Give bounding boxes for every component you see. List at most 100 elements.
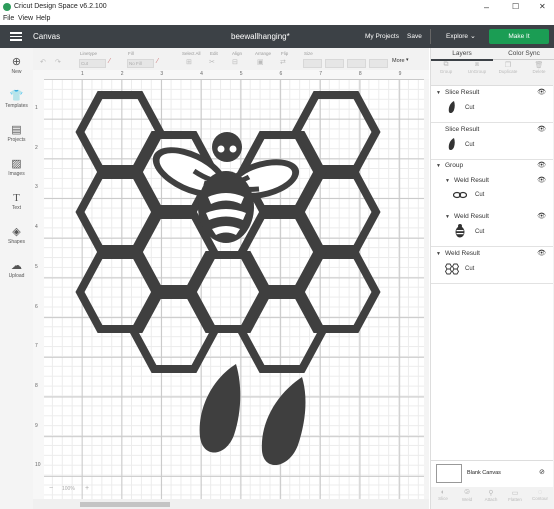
align-icon[interactable]: ⊟ [232, 58, 238, 66]
more-chevron-icon[interactable]: ▾ [406, 57, 409, 63]
eye-icon[interactable]: 👁 [537, 125, 546, 133]
blank-canvas-swatch[interactable] [436, 464, 462, 483]
menu-help[interactable]: Help [36, 15, 50, 22]
eye-icon[interactable]: 👁 [537, 249, 546, 257]
sidebar-item-projects[interactable]: ▤ Projects [0, 124, 33, 143]
maximize-icon[interactable]: ☐ [512, 2, 519, 11]
window-title: Cricut Design Space v6.2.100 [14, 3, 107, 10]
attach-button[interactable]: ⚲ Attach [479, 489, 503, 502]
flatten-button[interactable]: ▭ Flatten [503, 489, 527, 502]
sidebar-item-templates[interactable]: 👕 Templates [0, 90, 33, 109]
layer-item[interactable]: ▼ Weld Result 👁 Cut [431, 174, 553, 208]
eye-icon[interactable]: 👁 [537, 212, 546, 220]
layer-item[interactable]: ▼ Weld Result 👁 Cut [431, 247, 553, 283]
more-button[interactable]: More [392, 58, 405, 64]
linetype-select[interactable]: Cut [79, 59, 106, 68]
close-icon[interactable]: ✕ [539, 2, 546, 11]
plus-icon: ⊕ [11, 56, 22, 68]
ungroup-label: UnGroup [467, 69, 487, 74]
canvas-artwork[interactable] [44, 79, 429, 499]
arrange-icon[interactable]: ▣ [257, 58, 264, 66]
sidebar-label: Shapes [8, 239, 25, 245]
caret-down-icon[interactable]: ▼ [445, 178, 450, 184]
ruler-tick-label: 8 [358, 71, 362, 77]
make-it-button[interactable]: Make It [489, 29, 549, 44]
group-icon: ⧉ [443, 61, 449, 68]
ungroup-button[interactable]: ⧈ UnGroup [462, 61, 492, 74]
eye-off-icon[interactable]: ⊘ [539, 468, 545, 476]
caret-down-icon[interactable]: ▼ [445, 214, 450, 220]
hamburger-menu-icon[interactable] [10, 32, 22, 41]
select-all-icon[interactable]: ⊞ [186, 58, 192, 66]
edit-icon[interactable]: ✂ [209, 58, 215, 66]
layer-linetype: Cut [465, 142, 475, 148]
caret-down-icon[interactable]: ▼ [436, 90, 441, 96]
redo-icon[interactable]: ↷ [55, 58, 61, 66]
fill-color-icon[interactable]: ⁄ [157, 58, 158, 65]
eye-icon[interactable]: 👁 [537, 161, 546, 169]
ruler-tick-label: 4 [200, 71, 203, 77]
zoom-in-button[interactable]: + [85, 485, 89, 492]
title-bar: Cricut Design Space v6.2.100 – ☐ ✕ [0, 0, 554, 14]
arrange-label: Arrange [255, 51, 272, 56]
height-field[interactable] [325, 59, 344, 68]
caret-down-icon[interactable]: ▼ [436, 163, 441, 169]
minimize-icon[interactable]: – [484, 2, 489, 12]
ungroup-icon: ⧈ [474, 61, 480, 68]
sidebar-item-upload[interactable]: ☁ Upload [0, 260, 33, 279]
duplicate-button[interactable]: ❐ Duplicate [493, 61, 523, 74]
linetype-color-icon[interactable]: ⁄ [109, 58, 110, 65]
menu-view[interactable]: View [18, 15, 33, 22]
sidebar-item-shapes[interactable]: ◈ Shapes [0, 226, 33, 245]
my-projects-link[interactable]: My Projects [365, 33, 399, 40]
slice-label: Slice [438, 496, 448, 501]
sidebar-label: Images [8, 171, 25, 177]
width-field[interactable] [303, 59, 322, 68]
layer-item[interactable]: Slice Result 👁 Cut [431, 123, 553, 159]
petal-thumb-icon [448, 138, 455, 151]
weld-button[interactable]: ⧁ Weld [455, 489, 479, 502]
group-button[interactable]: ⧉ Group [431, 61, 461, 74]
zoom-out-button[interactable]: − [49, 485, 53, 492]
undo-icon[interactable]: ↶ [40, 58, 46, 66]
menu-file[interactable]: File [3, 15, 14, 22]
contour-button[interactable]: ◌ Contour [527, 489, 553, 501]
layer-group[interactable]: ▼ Group 👁 [431, 160, 553, 172]
eye-icon[interactable]: 👁 [537, 176, 546, 184]
rotate-field[interactable] [347, 59, 366, 68]
divider [431, 283, 553, 284]
align-label: Align [232, 51, 243, 56]
shirt-icon: 👕 [9, 90, 24, 102]
layer-title: Slice Result [445, 89, 480, 96]
fill-select[interactable]: No Fill [127, 59, 154, 68]
left-sidebar: ⊕ New 👕 Templates ▤ Projects ▨ Images T … [0, 48, 34, 509]
save-button[interactable]: Save [407, 33, 422, 40]
layer-item[interactable]: ▼ Slice Result 👁 Cut [431, 86, 553, 122]
sidebar-item-new[interactable]: ⊕ New [0, 56, 33, 75]
sidebar-item-images[interactable]: ▨ Images [0, 158, 33, 177]
flip-icon[interactable]: ⇄ [280, 58, 286, 66]
delete-button[interactable]: 🗑 Delete [524, 61, 554, 74]
header-divider [430, 29, 431, 44]
caret-down-icon[interactable]: ▼ [436, 251, 441, 257]
chevron-down-icon[interactable]: ⌄ [470, 32, 476, 40]
tab-color-sync[interactable]: Color Sync [493, 48, 554, 60]
group-title: Group [445, 162, 464, 169]
position-field[interactable] [369, 59, 388, 68]
shapes-icon: ◈ [12, 226, 21, 238]
vertical-scrollbar[interactable] [424, 79, 429, 499]
tab-layers[interactable]: Layers [431, 48, 493, 61]
trash-icon: 🗑 [534, 62, 544, 69]
eye-icon[interactable]: 👁 [537, 88, 546, 96]
explore-dropdown[interactable]: Explore [446, 33, 468, 40]
slice-button[interactable]: ◐ Slice [431, 489, 455, 501]
sidebar-item-text[interactable]: T Text [0, 192, 33, 211]
blank-canvas-row[interactable]: Blank Canvas ⊘ [431, 460, 553, 488]
sidebar-label: Upload [8, 273, 25, 279]
fill-label: Fill [128, 51, 134, 56]
horizontal-scroll-thumb[interactable] [80, 502, 170, 507]
contour-icon: ◌ [537, 489, 543, 496]
select-all-label: Select All [182, 51, 201, 56]
duplicate-label: Duplicate [498, 69, 518, 74]
layer-item[interactable]: ▼ Weld Result 👁 Cut [431, 210, 553, 246]
